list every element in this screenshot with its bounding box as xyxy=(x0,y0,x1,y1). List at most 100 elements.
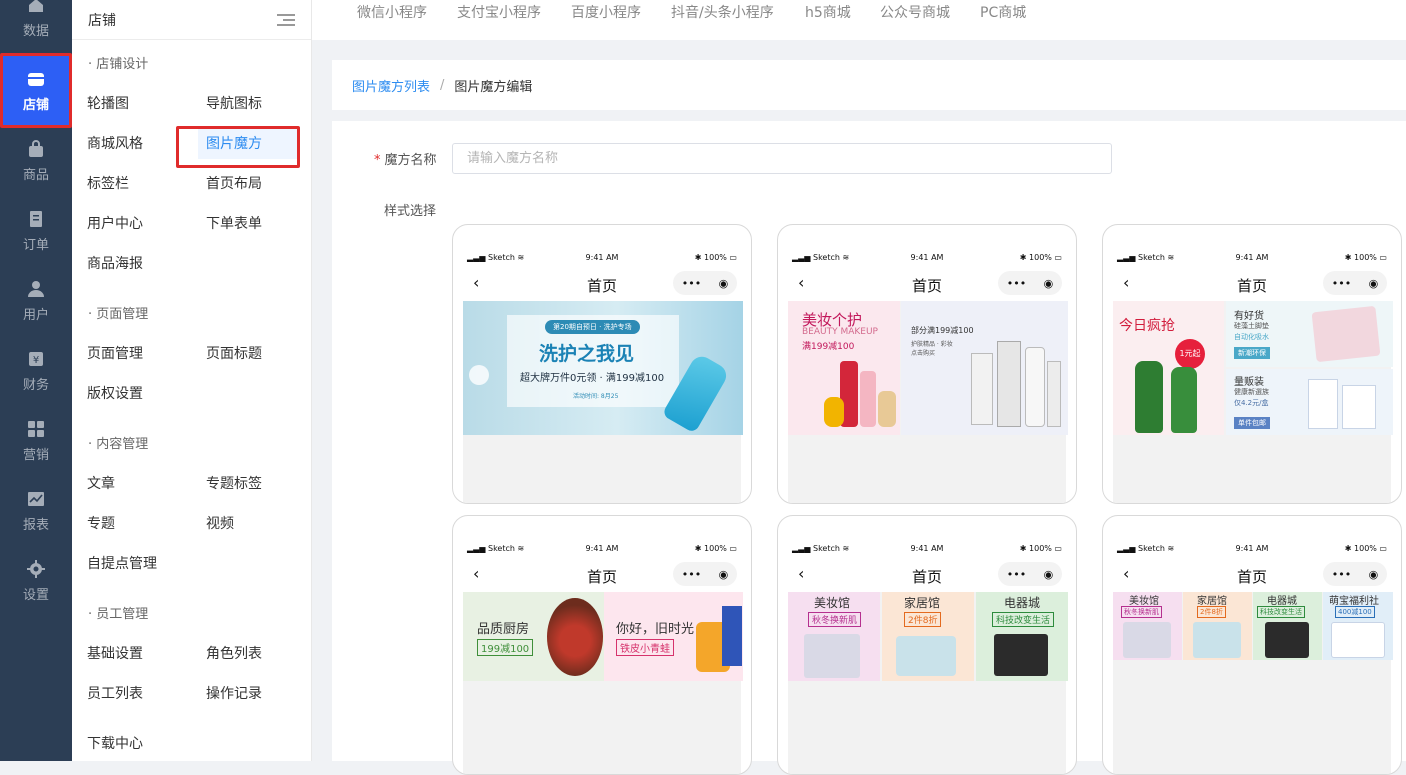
tab-alipay[interactable]: 支付宝小程序 xyxy=(457,2,541,22)
back-icon: ‹ xyxy=(1123,273,1130,292)
yen-icon: ¥ xyxy=(29,351,43,366)
phone-navbar: ‹ 首页 ••• ◉ xyxy=(788,562,1066,588)
menu-item-download[interactable]: 下载中心 xyxy=(87,733,143,753)
menu-item-tabbar[interactable]: 标签栏 xyxy=(87,173,129,193)
style-option-4[interactable]: ▂▃▅ Sketch ≋ 9:41 AM ✱ 100% ▭ ‹ 首页 ••• ◉ 品质厨房… xyxy=(452,515,752,775)
style-option-6[interactable]: ▂▃▅ Sketch ≋ 9:41 AM ✱ 100% ▭ ‹ 首页 ••• ◉ 美妆馆 … xyxy=(1102,515,1402,775)
highlight-box-store xyxy=(0,53,72,128)
cube-name-input[interactable] xyxy=(452,143,1112,174)
banner-wash: 第20期自预日 · 洗护专场 洗护之我见 超大牌万件0元领 · 满199减100… xyxy=(463,301,743,435)
target-icon: ◉ xyxy=(1368,276,1379,290)
breadcrumb-current: 图片魔方编辑 xyxy=(454,79,533,95)
main-nav-rail: 数据 店铺 商品 订单 用户 ¥ 财务 营销 报表 设置 xyxy=(0,0,72,761)
tab-douyin[interactable]: 抖音/头条小程序 xyxy=(671,2,774,22)
phone-navbar: ‹ 首页 ••• ◉ xyxy=(1113,271,1391,297)
menu-item-carousel[interactable]: 轮播图 xyxy=(87,93,129,113)
tab-pc[interactable]: PC商城 xyxy=(980,2,1026,22)
banner-home-hall-small: 家居馆 2件8折 xyxy=(1183,592,1252,660)
phone-body: 第20期自预日 · 洗护专场 洗护之我见 超大牌万件0元领 · 满199减100… xyxy=(463,301,743,503)
rail-item-marketing[interactable]: 营销 xyxy=(0,406,72,476)
banner-good-stuff: 有好货 硅藻土脚垫 自动化吸水 新潮环保 xyxy=(1226,301,1393,367)
phone-body: 美妆馆 秋冬换新肌 家居馆 2件8折 电器城 科技改变生活 xyxy=(788,592,1068,774)
banner-electronics: 电器城 科技改变生活 xyxy=(976,592,1068,681)
tab-h5[interactable]: h5商城 xyxy=(805,2,851,22)
phone-body: 美妆馆 秋冬换新肌 家居馆 2件8折 电器城 科技改变生活 萌宝福利社 400减… xyxy=(1113,592,1393,774)
menu-item-oplog[interactable]: 操作记录 xyxy=(206,683,262,703)
rail-item-goods[interactable]: 商品 xyxy=(0,126,72,196)
channel-tabs: 微信小程序 支付宝小程序 百度小程序 抖音/头条小程序 h5商城 公众号商城 P… xyxy=(312,0,1406,40)
style-option-3[interactable]: ▂▃▅ Sketch ≋ 9:41 AM ✱ 100% ▭ ‹ 首页 ••• ◉ 今日疯抢… xyxy=(1102,224,1402,504)
name-label: * 魔方名称 xyxy=(374,153,437,168)
rail-item-data[interactable]: 数据 xyxy=(0,0,72,52)
tab-baidu[interactable]: 百度小程序 xyxy=(571,2,641,22)
required-mark: * xyxy=(374,153,381,168)
menu-item-pickup[interactable]: 自提点管理 xyxy=(87,553,157,573)
menu-item-topic[interactable]: 专题 xyxy=(87,513,115,533)
menu-item-page-title[interactable]: 页面标题 xyxy=(206,343,262,363)
menu-item-poster[interactable]: 商品海报 xyxy=(87,253,143,273)
tab-official-account[interactable]: 公众号商城 xyxy=(880,2,950,22)
breadcrumb-parent-link[interactable]: 图片魔方列表 xyxy=(352,76,430,95)
menu-item-roles[interactable]: 角色列表 xyxy=(206,643,262,663)
rail-item-reports[interactable]: 报表 xyxy=(0,476,72,546)
banner-baby-welfare: 萌宝福利社 400减100 xyxy=(1323,592,1393,660)
rail-item-finance[interactable]: ¥ 财务 xyxy=(0,336,72,406)
banner-makeup: 美妆个护 BEAUTY MAKEUP 满199减100 xyxy=(788,301,900,435)
banner-bulk: 量贩装 健康新選族 仅4.2元/盒 单件包邮 xyxy=(1226,369,1393,435)
back-icon: ‹ xyxy=(1123,564,1130,583)
status-bar: ▂▃▅ Sketch ≋ 9:41 AM ✱ 100% ▭ xyxy=(467,253,737,262)
style-option-2[interactable]: ▂▃▅ Sketch ≋ 9:41 AM ✱ 100% ▭ ‹ 首页 ••• ◉ 美妆个护… xyxy=(777,224,1077,504)
menu-item-topic-tag[interactable]: 专题标签 xyxy=(206,473,262,493)
svg-text:¥: ¥ xyxy=(33,355,39,366)
menu-fold-icon[interactable] xyxy=(277,13,295,27)
status-bar: ▂▃▅ Sketch ≋ 9:41 AM ✱ 100% ▭ xyxy=(792,253,1062,262)
style-option-5[interactable]: ▂▃▅ Sketch ≋ 9:41 AM ✱ 100% ▭ ‹ 首页 ••• ◉ 美妆馆 … xyxy=(777,515,1077,775)
grid-icon xyxy=(28,420,44,437)
rail-item-users[interactable]: 用户 xyxy=(0,266,72,336)
menu-item-home-layout[interactable]: 首页布局 xyxy=(206,173,262,193)
capsule-menu: ••• ◉ xyxy=(673,562,737,586)
target-icon: ◉ xyxy=(1368,567,1379,581)
banner-beauty-hall: 美妆馆 秋冬换新肌 xyxy=(788,592,880,681)
order-icon xyxy=(30,210,42,227)
status-bar: ▂▃▅ Sketch ≋ 9:41 AM ✱ 100% ▭ xyxy=(467,544,737,553)
more-icon: ••• xyxy=(1331,567,1352,581)
group-title-page: · 页面管理 xyxy=(88,307,149,322)
status-bar: ▂▃▅ Sketch ≋ 9:41 AM ✱ 100% ▭ xyxy=(1117,544,1387,553)
menu-item-order-form[interactable]: 下单表单 xyxy=(206,213,262,233)
menu-item-copyright[interactable]: 版权设置 xyxy=(87,383,143,403)
phone-navbar: ‹ 首页 ••• ◉ xyxy=(788,271,1066,297)
style-option-1[interactable]: ▂▃▅ Sketch ≋ 9:41 AM ✱ 100% ▭ ‹ 首页 ••• ◉ 第20期… xyxy=(452,224,752,504)
menu-item-basic[interactable]: 基础设置 xyxy=(87,643,143,663)
phone-navbar: ‹ 首页 ••• ◉ xyxy=(463,271,741,297)
capsule-menu: ••• ◉ xyxy=(1323,271,1387,295)
menu-item-article[interactable]: 文章 xyxy=(87,473,115,493)
tab-wechat[interactable]: 微信小程序 xyxy=(357,2,427,22)
phone-body: 品质厨房 199减100 你好，旧时光 铁皮小青蛙 xyxy=(463,592,743,774)
menu-item-mall-style[interactable]: 商城风格 xyxy=(87,133,143,153)
highlight-box-image-cube xyxy=(176,126,300,168)
phone-body: 今日疯抢 1元起 有好货 硅藻土脚垫 自动化吸水 新潮环保 量贩装 健康新選族 … xyxy=(1113,301,1393,503)
phone-navbar: ‹ 首页 ••• ◉ xyxy=(463,562,741,588)
target-icon: ◉ xyxy=(1043,276,1054,290)
capsule-menu: ••• ◉ xyxy=(998,562,1062,586)
menu-item-video[interactable]: 视频 xyxy=(206,513,234,533)
capsule-menu: ••• ◉ xyxy=(673,271,737,295)
target-icon: ◉ xyxy=(718,567,729,581)
target-icon: ◉ xyxy=(718,276,729,290)
back-icon: ‹ xyxy=(473,564,480,583)
more-icon: ••• xyxy=(1006,276,1027,290)
submenu-header: 店铺 xyxy=(72,0,311,40)
more-icon: ••• xyxy=(681,567,702,581)
phone-navbar: ‹ 首页 ••• ◉ xyxy=(1113,562,1391,588)
rail-item-settings[interactable]: 设置 xyxy=(0,546,72,616)
menu-item-user-center[interactable]: 用户中心 xyxy=(87,213,143,233)
more-icon: ••• xyxy=(681,276,702,290)
menu-item-nav-icon[interactable]: 导航图标 xyxy=(206,93,262,113)
menu-item-staff-list[interactable]: 员工列表 xyxy=(87,683,143,703)
store-submenu: 店铺 · 店铺设计 轮播图 导航图标 商城风格 图片魔方 标签栏 首页布局 用户… xyxy=(72,0,312,761)
rail-item-orders[interactable]: 订单 xyxy=(0,196,72,266)
banner-beauty-hall-small: 美妆馆 秋冬换新肌 xyxy=(1113,592,1182,660)
menu-item-page-manage[interactable]: 页面管理 xyxy=(87,343,143,363)
banner-skincare: 部分满199减100 护肤精品 · 彩妆 点击购买 xyxy=(901,301,1068,435)
